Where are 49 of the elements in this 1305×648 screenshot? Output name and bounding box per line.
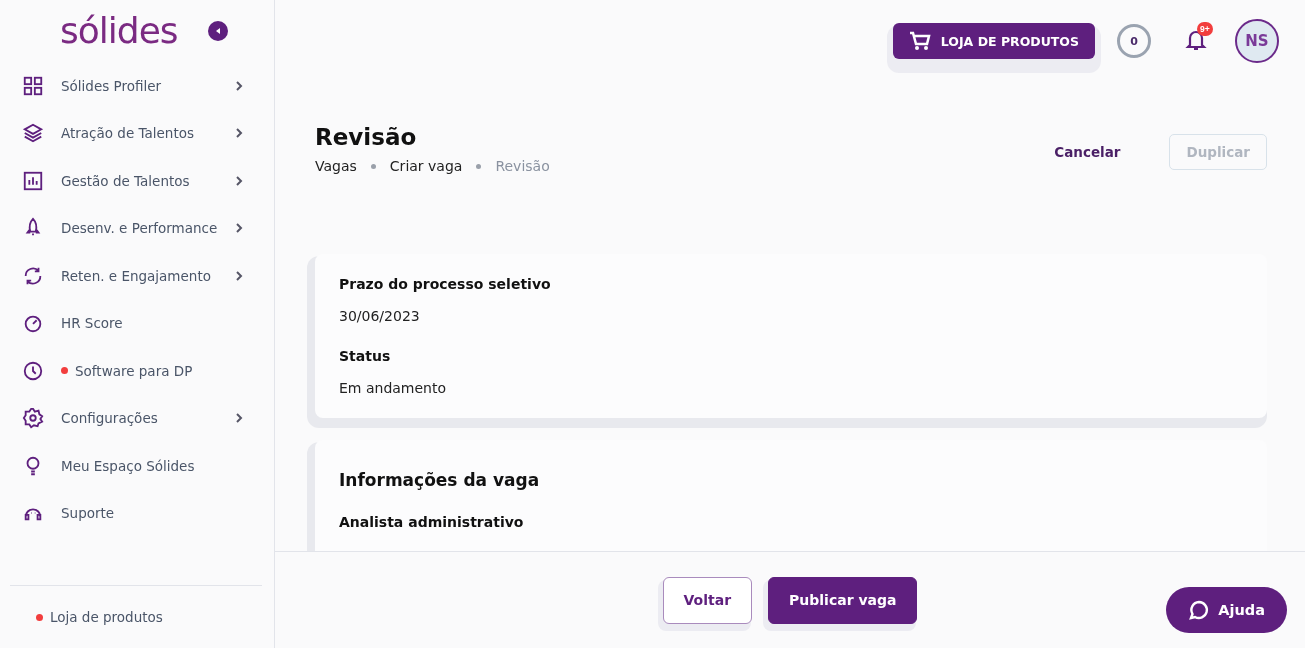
sidebar-item[interactable]: Software para DP <box>0 347 274 395</box>
cancel-button[interactable]: Cancelar <box>1037 134 1138 170</box>
sidebar-item-label: Meu Espaço Sólides <box>61 457 196 474</box>
user-avatar[interactable]: NS <box>1235 19 1279 63</box>
field-value: Em andamento <box>339 380 448 396</box>
sidebar-item[interactable]: Gestão de Talentos <box>0 157 274 205</box>
sidebar-item-label: Suporte <box>61 505 116 522</box>
sidebar-item-label: Desenv. e Performance <box>61 220 219 237</box>
sidebar-item-label: Atração de Talentos <box>61 125 195 142</box>
bar-chart-icon <box>22 169 44 192</box>
notification-count: 9+ <box>1197 21 1213 36</box>
sidebar-item[interactable]: HR Score <box>0 299 274 347</box>
sidebar-item[interactable]: Reten. e Engajamento <box>0 252 274 300</box>
sidebar-item[interactable]: Meu Espaço Sólides <box>0 442 274 490</box>
sidebar-item-label: Reten. e Engajamento <box>61 267 212 284</box>
sidebar-item[interactable]: Atração de Talentos <box>0 109 274 157</box>
sidebar-item[interactable]: Suporte <box>0 489 274 537</box>
breadcrumb-item: Revisão <box>495 158 550 174</box>
sidebar-item-label: HR Score <box>61 315 124 332</box>
breadcrumb-item[interactable]: Criar vaga <box>389 158 463 174</box>
cart-icon <box>908 31 931 51</box>
store-link[interactable]: Loja de produtos <box>36 609 163 625</box>
notifications-button[interactable]: 9+ <box>1181 23 1211 59</box>
page-title: Revisão <box>315 124 418 150</box>
sidebar-item-label: Sólides Profiler <box>61 77 163 94</box>
field-label: Status <box>339 348 392 364</box>
collapse-sidebar-button[interactable] <box>207 21 228 41</box>
breadcrumb-item[interactable]: Vagas <box>315 158 357 174</box>
help-button[interactable]: Ajuda <box>1166 587 1287 633</box>
field-value: 30/06/2023 <box>339 308 421 324</box>
card-title: Informações da vaga <box>339 470 541 490</box>
separator-dot-icon <box>370 163 376 169</box>
refresh-icon <box>22 264 44 287</box>
sidebar-item-label: Configurações <box>61 410 159 427</box>
sidebar-item-label: Gestão de Talentos <box>61 172 191 189</box>
chat-bubble-icon <box>1188 599 1211 621</box>
sidebar-item[interactable]: Desenv. e Performance <box>0 204 274 252</box>
field-label: Prazo do processo seletivo <box>339 276 552 292</box>
layers-icon <box>22 122 44 145</box>
clock-icon <box>22 359 44 382</box>
grid-icon <box>22 74 44 97</box>
sidebar-item[interactable]: Configurações <box>0 394 274 442</box>
sidebar-item-label: Software para DP <box>75 362 194 379</box>
counter-badge[interactable]: 0 <box>1117 24 1151 58</box>
separator-dot-icon <box>476 163 482 169</box>
settings-icon <box>22 407 44 430</box>
sidebar-item[interactable]: Sólides Profiler <box>0 62 274 110</box>
field-label: Analista administrativo <box>339 514 525 530</box>
solides-logo: sólides <box>60 13 178 49</box>
